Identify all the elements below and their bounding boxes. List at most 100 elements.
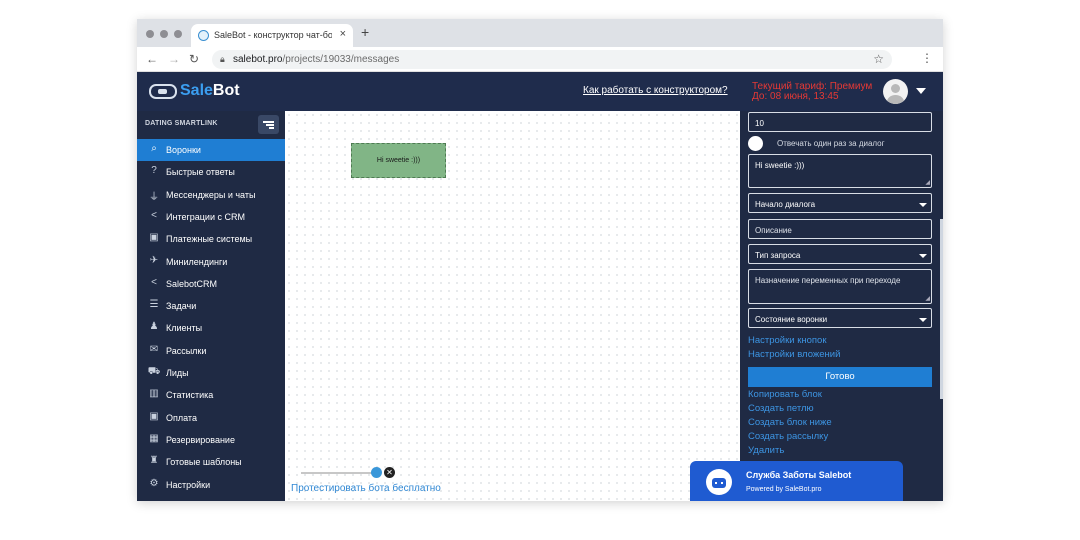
sidebar-item-label: Клиенты bbox=[166, 323, 203, 334]
request-type-select[interactable]: Тип запроса bbox=[748, 244, 932, 264]
gears-icon: ⚙ bbox=[149, 477, 159, 489]
attachment-settings-link[interactable]: Настройки вложений bbox=[748, 349, 840, 360]
message-textarea[interactable]: Hi sweetie :))) ◢ bbox=[748, 154, 932, 188]
sitemap-icon: ♜ bbox=[149, 455, 159, 467]
close-icon[interactable]: ✕ bbox=[384, 467, 395, 478]
browser-tab[interactable]: SaleBot - конструктор чат-бо × bbox=[191, 24, 353, 47]
test-bot-link[interactable]: Протестировать бота бесплатно bbox=[291, 483, 441, 494]
avatar[interactable] bbox=[883, 79, 908, 104]
delete-link[interactable]: Удалить bbox=[748, 445, 784, 456]
sidebar-item[interactable]: ▣ Оплата bbox=[137, 407, 285, 429]
reply-once-toggle[interactable] bbox=[748, 136, 763, 151]
sidebar-item-label: Интеграции с CRM bbox=[166, 211, 245, 222]
sidebar-item-label: Мессенджеры и чаты bbox=[166, 189, 256, 200]
button-settings-link[interactable]: Настройки кнопок bbox=[748, 335, 827, 346]
sidebar-item[interactable]: ♟ Клиенты bbox=[137, 317, 285, 339]
funnel-state-select[interactable]: Состояние воронки bbox=[748, 308, 932, 328]
new-tab-button[interactable]: + bbox=[361, 24, 369, 40]
sidebar-item-label: Рассылки bbox=[166, 345, 207, 356]
support-title: Служба Заботы Salebot bbox=[746, 470, 852, 480]
sidebar-item-label: Лиды bbox=[166, 368, 189, 378]
robot-icon bbox=[706, 469, 732, 495]
sidebar-item-label: Статистика bbox=[166, 390, 214, 401]
sidebar-item-label: Готовые шаблоны bbox=[166, 457, 242, 468]
sidebar-item-label: Настройки bbox=[166, 479, 211, 490]
sidebar-item-label: Минилендинги bbox=[166, 256, 228, 267]
question-icon: ? bbox=[151, 165, 157, 177]
back-arrow-icon[interactable]: ← bbox=[146, 52, 158, 66]
sidebar-item[interactable]: ⚙ Настройки bbox=[137, 474, 285, 496]
howto-link[interactable]: Как работать с конструктором? bbox=[583, 85, 728, 96]
tasks-icon: ☰ bbox=[149, 299, 159, 311]
sidebar-item-label: Резервирование bbox=[166, 434, 235, 445]
sidebar-item[interactable]: ⌕ Воронки bbox=[137, 139, 285, 161]
create-broadcast-link[interactable]: Создать рассылку bbox=[748, 431, 828, 442]
message-block[interactable]: Hi sweetie :))) bbox=[351, 143, 446, 178]
support-subtitle: Powered by SaleBot.pro bbox=[746, 486, 822, 493]
copy-block-link[interactable]: Копировать блок bbox=[748, 389, 822, 400]
favicon-icon bbox=[198, 30, 209, 41]
chart-icon: ▥ bbox=[149, 388, 159, 400]
sidebar-item-label: Оплата bbox=[166, 412, 197, 423]
tab-title: SaleBot - конструктор чат-бо bbox=[214, 30, 332, 40]
sidebar-item[interactable]: ✈ Минилендинги bbox=[137, 251, 285, 273]
reply-once-label: Отвечать один раз за диалог bbox=[777, 139, 885, 148]
support-chat-widget[interactable]: Служба Заботы Salebot Powered by SaleBot… bbox=[690, 461, 903, 501]
forward-arrow-icon[interactable]: → bbox=[168, 52, 180, 66]
panel-scrollbar[interactable] bbox=[940, 219, 943, 399]
sidebar-item[interactable]: ⛟ Лиды bbox=[137, 362, 285, 384]
zoom-slider-handle[interactable] bbox=[371, 467, 382, 478]
dialog-select[interactable]: Начало диалога bbox=[748, 193, 932, 213]
browser-window: SaleBot - конструктор чат-бо × + ← → ↻ 🔒… bbox=[137, 19, 943, 501]
description-input[interactable]: Описание bbox=[748, 219, 932, 239]
sidebar-item-label: Быстрые ответы bbox=[166, 167, 235, 178]
boxes-icon: ▦ bbox=[149, 432, 159, 444]
browser-menu-icon[interactable]: ⋮ bbox=[921, 51, 933, 65]
window-close-dot[interactable] bbox=[146, 30, 154, 38]
window-minimize-dot[interactable] bbox=[160, 30, 168, 38]
sort-menu-icon[interactable] bbox=[258, 115, 279, 134]
sidebar-item[interactable]: ▦ Резервирование bbox=[137, 429, 285, 451]
reload-icon[interactable]: ↻ bbox=[189, 52, 199, 66]
sidebar-item[interactable]: ♜ Готовые шаблоны bbox=[137, 451, 285, 473]
salebot-logo-icon[interactable] bbox=[149, 84, 177, 99]
window-maximize-dot[interactable] bbox=[174, 30, 182, 38]
create-loop-link[interactable]: Создать петлю bbox=[748, 403, 814, 414]
funnel-canvas[interactable]: Hi sweetie :))) ✕ Протестировать бота бе… bbox=[285, 111, 740, 501]
sidebar-item-label: Воронки bbox=[166, 145, 201, 155]
money-icon: ▣ bbox=[149, 410, 159, 422]
plane-icon: ✈ bbox=[149, 254, 159, 266]
sidebar-item-label: SalebotCRM bbox=[166, 278, 218, 289]
create-block-below-link[interactable]: Создать блок ниже bbox=[748, 417, 832, 428]
project-name: DATING SMARTLINK bbox=[145, 120, 218, 127]
envelope-icon: ✉ bbox=[149, 343, 159, 355]
delay-input[interactable]: 10 bbox=[748, 112, 932, 132]
sidebar-item-label: Задачи bbox=[166, 301, 197, 312]
sidebar: DATING SMARTLINK ⌕ Воронки? Быстрые ответы… bbox=[137, 111, 285, 501]
zoom-slider-track[interactable] bbox=[301, 472, 375, 474]
chevron-down-icon[interactable] bbox=[916, 88, 926, 94]
sidebar-item[interactable]: ⏚ Мессенджеры и чаты bbox=[137, 184, 285, 206]
message-block-text: Hi sweetie :))) bbox=[376, 157, 421, 164]
url-text: salebot.pro/projects/19033/messages bbox=[233, 54, 400, 65]
sidebar-item[interactable]: ▥ Статистика bbox=[137, 384, 285, 406]
tariff-expiry: До: 08 июня, 13:45 bbox=[752, 91, 839, 102]
bookmark-star-icon[interactable]: ☆ bbox=[873, 52, 884, 66]
url-field[interactable]: 🔒︎ salebot.pro/projects/19033/messages ☆ bbox=[212, 50, 892, 69]
variables-textarea[interactable]: Назначение переменных при переходе ◢ bbox=[748, 269, 932, 304]
sidebar-item[interactable]: < SalebotCRM bbox=[137, 273, 285, 295]
sidebar-item[interactable]: ✉ Рассылки bbox=[137, 340, 285, 362]
tab-close-icon[interactable]: × bbox=[340, 28, 346, 40]
sidebar-item[interactable]: ▣ Платежные системы bbox=[137, 228, 285, 250]
chat-bubbles-icon: ⌕ bbox=[151, 143, 157, 154]
done-button[interactable]: Готово bbox=[748, 367, 932, 387]
lock-icon: 🔒︎ bbox=[220, 54, 225, 64]
browser-tab-bar: SaleBot - конструктор чат-бо × + bbox=[137, 19, 943, 47]
address-bar: ← → ↻ 🔒︎ salebot.pro/projects/19033/mess… bbox=[137, 47, 943, 72]
sidebar-item[interactable]: ☰ Задачи bbox=[137, 295, 285, 317]
sidebar-item[interactable]: < Интеграции с CRM bbox=[137, 206, 285, 228]
cart-icon: ⛟ bbox=[147, 366, 161, 377]
salebot-logo[interactable]: SaleBot bbox=[180, 82, 240, 100]
plug-icon: ⏚ bbox=[149, 191, 159, 203]
sidebar-item[interactable]: ? Быстрые ответы bbox=[137, 161, 285, 183]
